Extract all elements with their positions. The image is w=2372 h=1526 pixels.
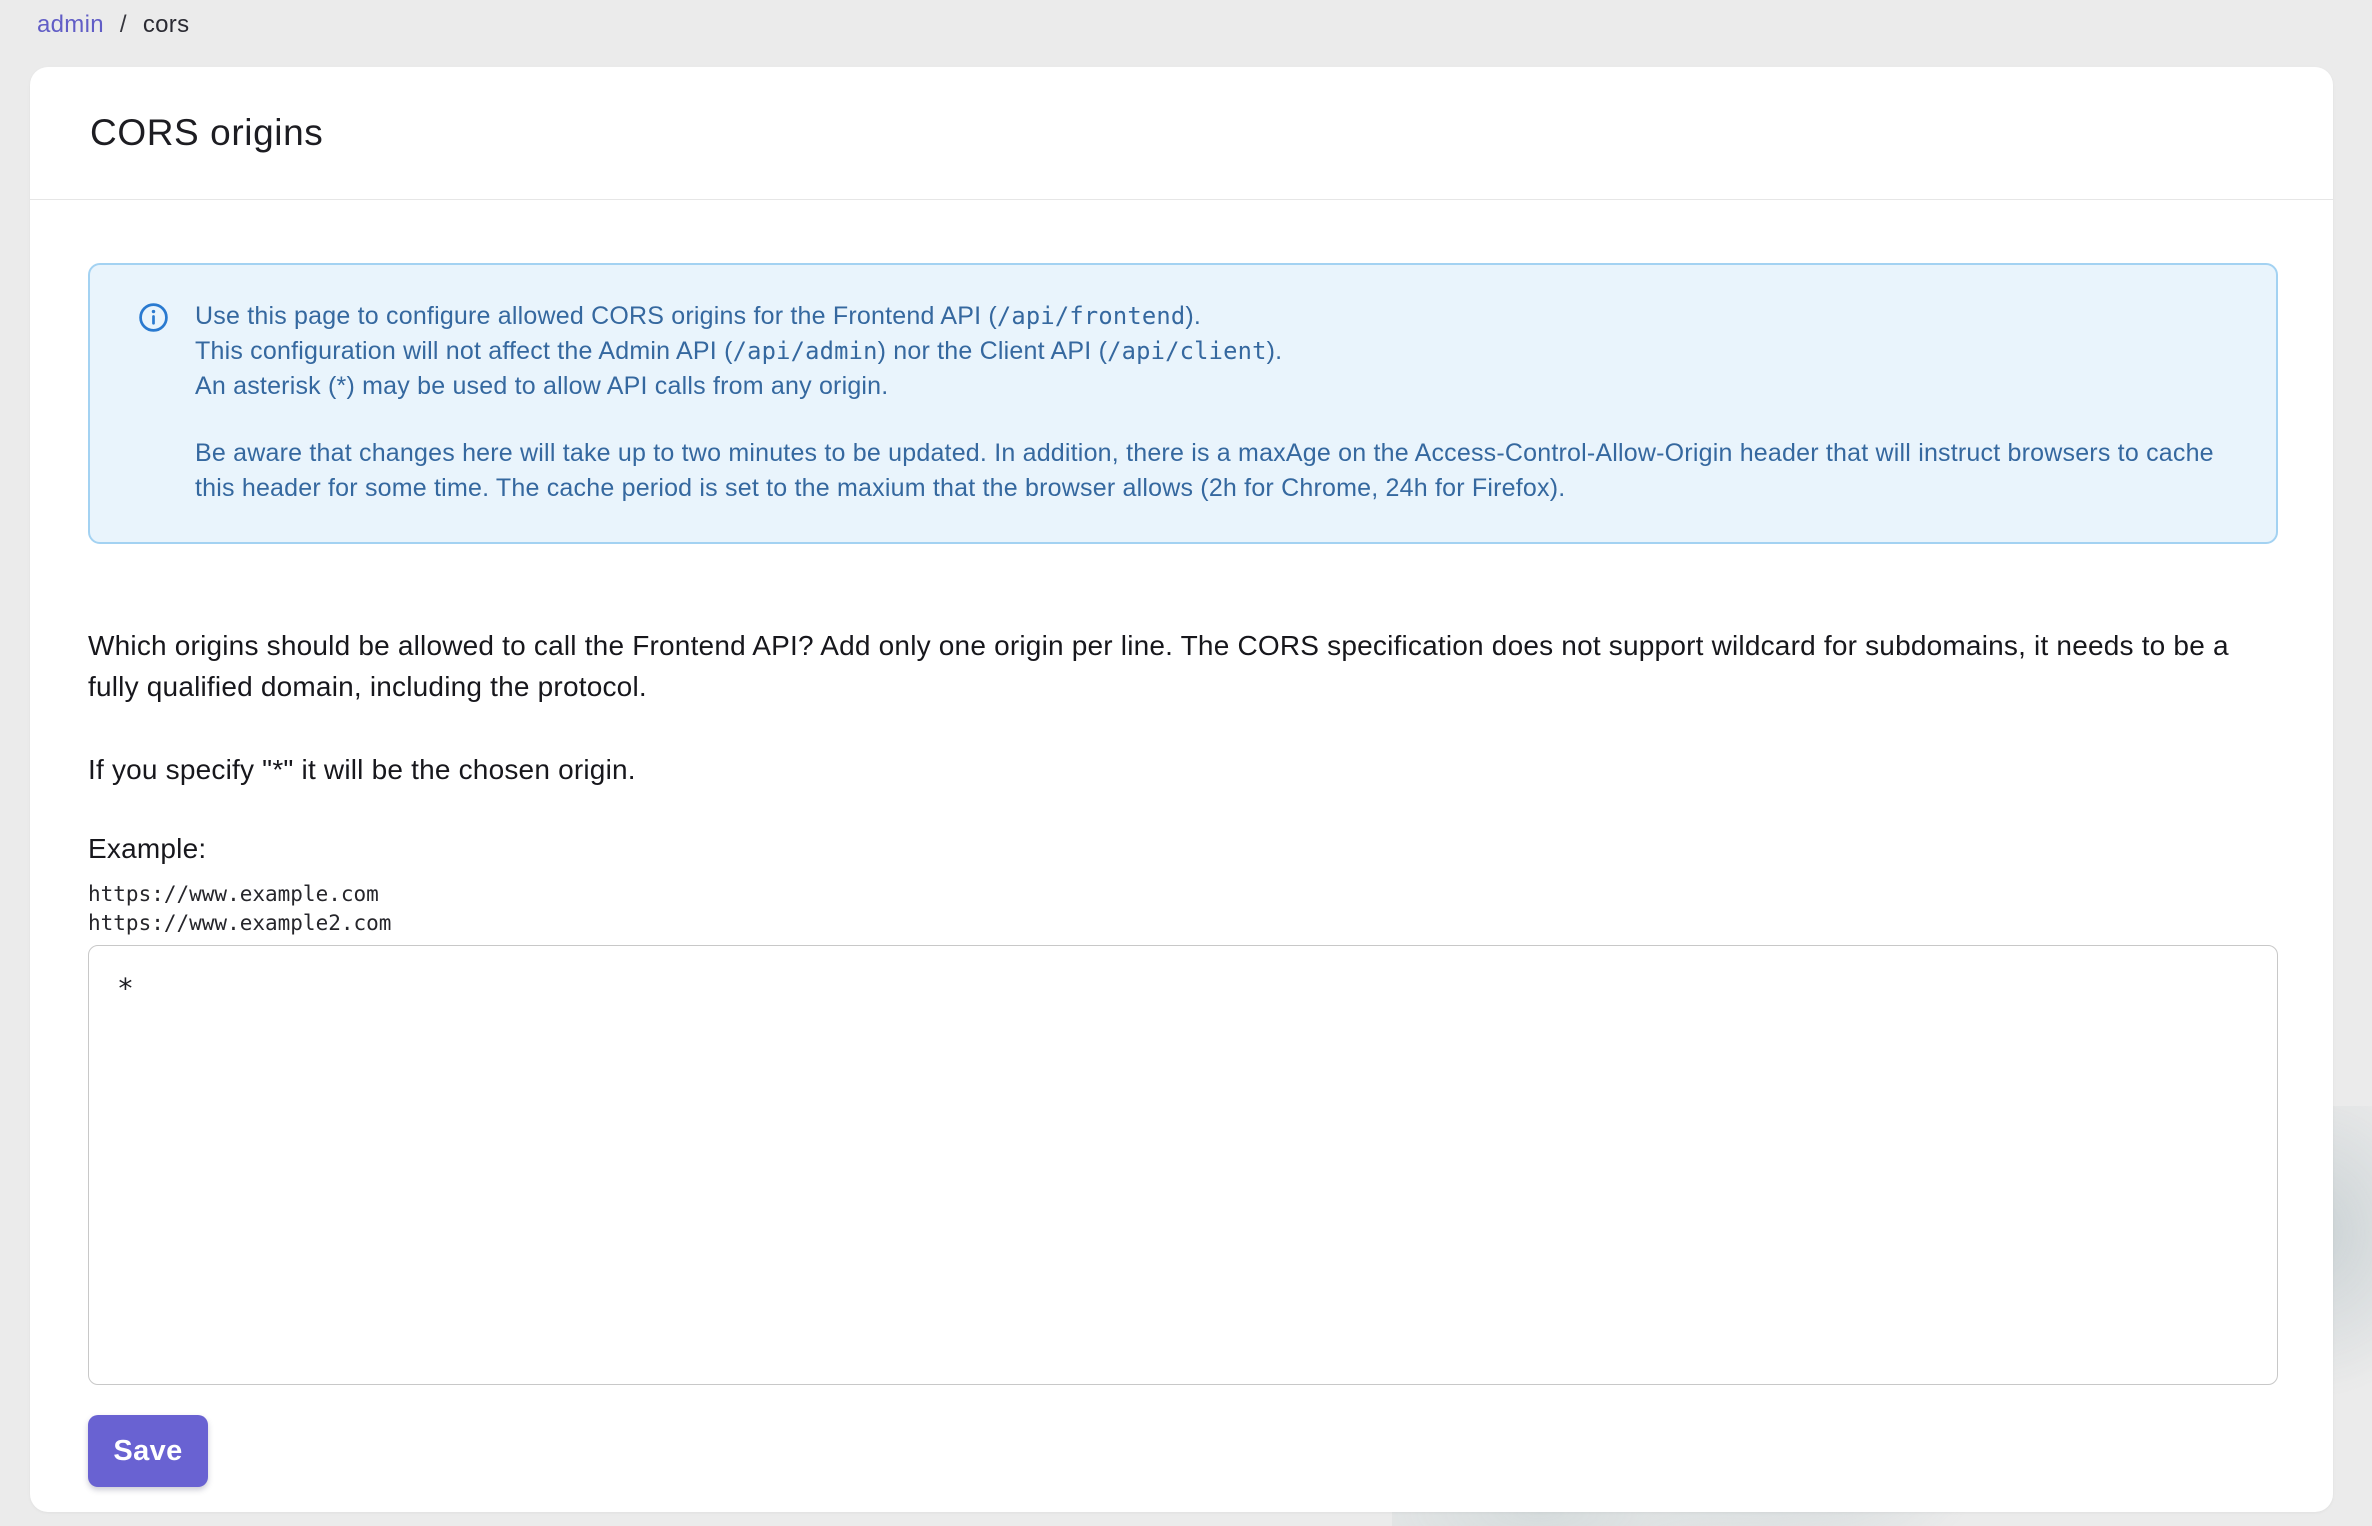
- breadcrumb-separator: /: [119, 11, 127, 38]
- info-line-3: An asterisk (*) may be used to allow API…: [195, 372, 889, 400]
- example-label: Example:: [88, 833, 207, 864]
- info-line-2: This configuration will not affect the A…: [195, 337, 1283, 365]
- card-body: Use this page to configure allowed CORS …: [30, 200, 2333, 1487]
- breadcrumb-link-admin[interactable]: admin: [37, 11, 104, 39]
- info-icon: [138, 302, 169, 343]
- info-line-cache-notice: Be aware that changes here will take up …: [195, 439, 2214, 502]
- save-button[interactable]: Save: [88, 1415, 208, 1487]
- example-origin-1: https://www.example.com: [88, 882, 379, 906]
- origins-description: Which origins should be allowed to call …: [88, 630, 2229, 702]
- example-origins: https://www.example.com https://www.exam…: [88, 880, 2278, 938]
- wildcard-note: If you specify "*" it will be the chosen…: [88, 754, 636, 785]
- breadcrumb: admin / cors: [37, 11, 189, 39]
- info-line-1: Use this page to configure allowed CORS …: [195, 302, 1202, 330]
- info-paragraph-gap: [195, 404, 2236, 436]
- breadcrumb-current-cors: cors: [142, 11, 190, 38]
- card-header: CORS origins: [30, 67, 2333, 200]
- info-banner-text: Use this page to configure allowed CORS …: [195, 299, 2236, 506]
- info-banner: Use this page to configure allowed CORS …: [88, 263, 2278, 544]
- cors-settings-card: CORS origins Use this page to configure …: [30, 67, 2333, 1512]
- cors-origins-textarea[interactable]: [88, 945, 2278, 1385]
- page-title: CORS origins: [90, 112, 324, 153]
- example-origin-2: https://www.example2.com: [88, 911, 392, 935]
